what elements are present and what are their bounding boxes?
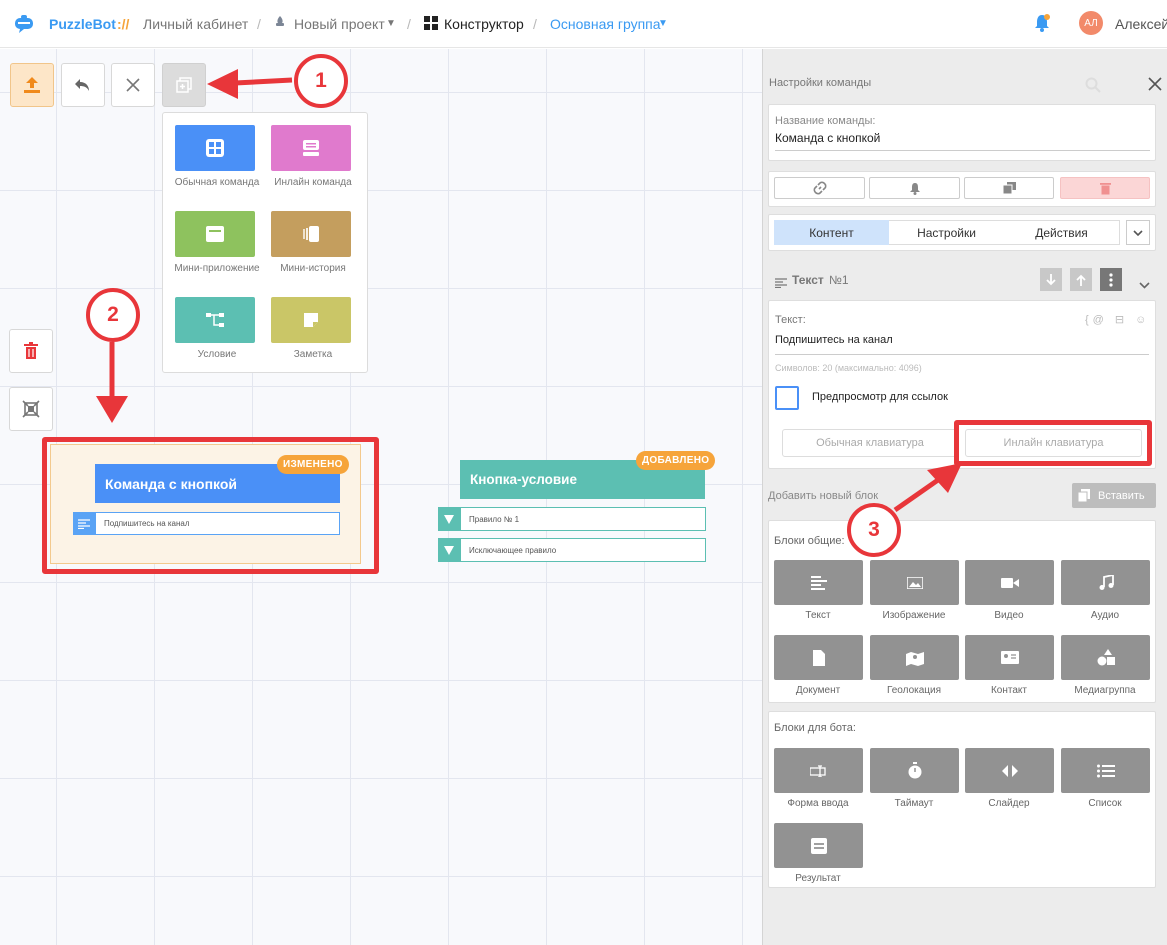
annotation-step-2: 2 (86, 288, 140, 342)
annotation-arrows (96, 69, 962, 513)
annotation-step-3: 3 (847, 503, 901, 557)
annotation-step-1: 1 (294, 54, 348, 108)
